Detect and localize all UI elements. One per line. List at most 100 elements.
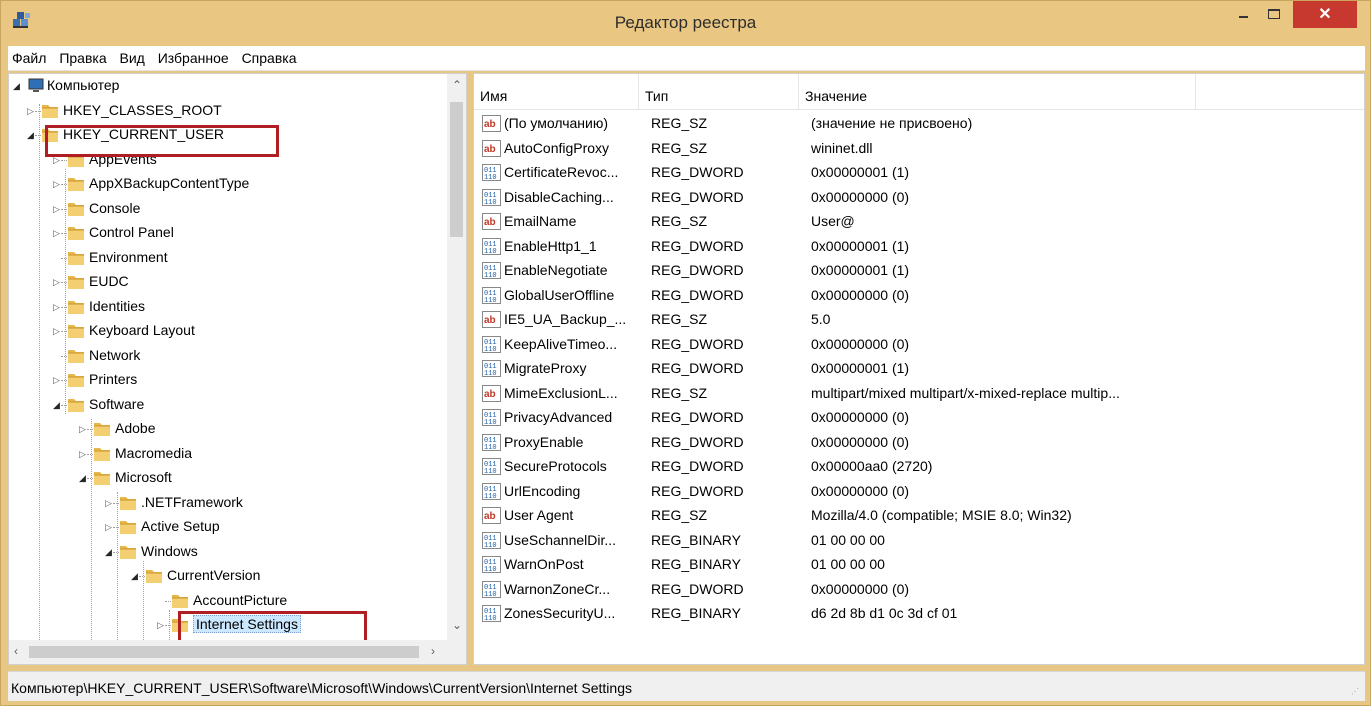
value-row[interactable]: ab (По умолчанию) REG_SZ (значение не присв… xyxy=(474,112,1364,136)
tree-node[interactable]: ▷ .NETFramework xyxy=(9,491,441,515)
folder-icon xyxy=(67,347,85,364)
value-name: EnableNegotiate xyxy=(504,262,608,278)
svg-text:110: 110 xyxy=(484,248,497,255)
tree-node[interactable]: ◢ Microsoft xyxy=(9,466,441,490)
value-row[interactable]: 011 110 GlobalUserOffline REG_DWORD 0x000000… xyxy=(474,284,1364,308)
tree-node[interactable]: ▷ Console xyxy=(9,197,441,221)
tree-node[interactable]: ◢ Software xyxy=(9,393,441,417)
tree-vertical-scrollbar[interactable]: ⌃ ⌄ xyxy=(447,74,466,640)
scroll-up-icon[interactable]: ⌃ xyxy=(452,78,462,92)
value-data: 0x00000aa0 (2720) xyxy=(811,458,933,474)
value-data: 0x00000000 (0) xyxy=(811,482,910,499)
value-data: 5.0 xyxy=(811,311,831,327)
value-row[interactable]: 011 110 UrlEncoding REG_DWORD 0x00000000 (0) xyxy=(474,480,1364,504)
menu-file[interactable]: Файл xyxy=(8,46,51,66)
value-row[interactable]: ab IE5_UA_Backup_... REG_SZ 5.0 xyxy=(474,308,1364,332)
string-value-icon: ab xyxy=(482,139,501,157)
tree-node[interactable]: ◢ CurrentVersion xyxy=(9,564,441,588)
folder-icon xyxy=(119,518,137,535)
tree-root-computer[interactable]: ◢ Компьютер xyxy=(9,74,441,98)
value-row[interactable]: ab EmailName REG_SZ User@ xyxy=(474,210,1364,234)
column-header-type[interactable]: Тип xyxy=(639,74,799,110)
binary-value-icon: 011 110 xyxy=(482,409,501,427)
tree-horizontal-scrollbar[interactable]: ‹ › xyxy=(9,640,447,664)
tree-node[interactable]: ▷ Adobe xyxy=(9,417,441,441)
value-row[interactable]: 011 110 ZonesSecurityU... REG_BINARY d6 2d 8… xyxy=(474,602,1364,626)
tree-node[interactable]: ▷ HKEY_CLASSES_ROOT xyxy=(9,99,441,123)
value-type: REG_DWORD xyxy=(651,482,744,499)
registry-tree-pane[interactable]: ◢ Компьютер ▷ HKEY_CLASSES_ROOT ◢ HKEY_CURREN… xyxy=(8,73,467,665)
tree-guide-line xyxy=(65,169,66,414)
value-row[interactable]: 011 110 MigrateProxy REG_DWORD 0x00000001 (1… xyxy=(474,357,1364,381)
value-data: multipart/mixed multipart/x-mixed-replac… xyxy=(811,384,1120,401)
value-row[interactable]: 011 110 DisableCaching... REG_DWORD 0x000000… xyxy=(474,186,1364,210)
value-row[interactable]: 011 110 PrivacyAdvanced REG_DWORD 0x00000000… xyxy=(474,406,1364,430)
value-type: REG_SZ xyxy=(651,507,708,523)
value-row[interactable]: 011 110 WarnOnPost REG_BINARY 01 00 00 00 xyxy=(474,553,1364,577)
value-row[interactable]: ab MimeExclusionL... REG_SZ multipart/mixed… xyxy=(474,382,1364,406)
svg-text:ab: ab xyxy=(484,389,496,400)
column-header-value[interactable]: Значение xyxy=(799,74,1196,110)
tree-node[interactable]: ▷ EUDC xyxy=(9,270,441,294)
value-row[interactable]: 011 110 SecureProtocols REG_DWORD 0x00000aa0… xyxy=(474,455,1364,479)
value-row[interactable]: 011 110 CertificateRevoc... REG_DWORD 0x0000… xyxy=(474,161,1364,185)
tree-horizontal-scroll-thumb[interactable] xyxy=(29,646,419,658)
tree-node[interactable]: ▷ Macromedia xyxy=(9,442,441,466)
title-bar[interactable]: Редактор реестра ✕ xyxy=(1,1,1370,46)
binary-value-icon: 011 110 xyxy=(482,286,501,305)
tree-label: CurrentVersion xyxy=(167,567,261,583)
scroll-right-icon[interactable]: › xyxy=(431,644,435,658)
tree-node[interactable]: Environment xyxy=(9,246,441,270)
svg-text:ab: ab xyxy=(484,119,496,130)
resize-grip-icon[interactable]: ⋰ xyxy=(1351,687,1361,697)
value-name: SecureProtocols xyxy=(504,458,607,474)
string-value-icon: ab xyxy=(482,384,501,402)
menu-favorites[interactable]: Избранное xyxy=(154,46,234,66)
value-type: REG_SZ xyxy=(651,384,708,401)
tree-label: Adobe xyxy=(115,420,156,436)
tree-node[interactable]: Network xyxy=(9,344,441,368)
scroll-left-icon[interactable]: ‹ xyxy=(14,644,18,658)
value-data: (значение не присвоено) xyxy=(811,115,973,131)
svg-text:110: 110 xyxy=(484,444,497,451)
tree-node[interactable]: ◢ Windows xyxy=(9,540,441,564)
value-row[interactable]: 011 110 UseSchannelDir... REG_BINARY 01 00 0… xyxy=(474,529,1364,553)
minimize-button[interactable] xyxy=(1229,1,1259,28)
menu-help[interactable]: Справка xyxy=(238,46,302,66)
value-type: REG_SZ xyxy=(651,115,708,131)
close-button[interactable]: ✕ xyxy=(1293,1,1357,28)
binary-value-icon: 011 110 xyxy=(482,531,501,550)
expand-arrow-icon[interactable]: ◢ xyxy=(13,80,23,92)
value-row[interactable]: 011 110 EnableNegotiate REG_DWORD 0x00000001… xyxy=(474,259,1364,283)
scroll-down-icon[interactable]: ⌄ xyxy=(452,618,462,632)
value-row[interactable]: ab User Agent REG_SZ Mozilla/4.0 (compatibl… xyxy=(474,504,1364,528)
values-list-pane[interactable]: Имя Тип Значение ab (По умолчанию) REG_SZ (… xyxy=(473,73,1365,665)
value-name: AutoConfigProxy xyxy=(504,139,610,156)
tree-node[interactable]: ▷ Identities xyxy=(9,295,441,319)
menu-view[interactable]: Вид xyxy=(116,46,150,66)
maximize-button[interactable] xyxy=(1259,1,1289,28)
close-icon: ✕ xyxy=(1318,6,1332,23)
value-row[interactable]: 011 110 ProxyEnable REG_DWORD 0x00000000 (0) xyxy=(474,431,1364,455)
value-row[interactable]: 011 110 EnableHttp1_1 REG_DWORD 0x00000001 (… xyxy=(474,235,1364,259)
value-row[interactable]: 011 110 WarnonZoneCr... REG_DWORD 0x00000000… xyxy=(474,578,1364,602)
value-type: REG_DWORD xyxy=(651,433,744,450)
menu-edit[interactable]: Правка xyxy=(55,46,111,66)
folder-icon xyxy=(67,249,85,266)
value-type: REG_BINARY xyxy=(651,605,741,621)
tree-node[interactable]: ▷ Keyboard Layout xyxy=(9,319,441,343)
value-row[interactable]: ab AutoConfigProxy REG_SZ wininet.dll xyxy=(474,137,1364,161)
tree-node[interactable]: AccountPicture xyxy=(9,589,441,613)
folder-icon xyxy=(145,567,163,584)
tree-vertical-scroll-thumb[interactable] xyxy=(450,102,463,237)
tree-node[interactable]: ▷ Active Setup xyxy=(9,515,441,539)
value-name: KeepAliveTimeo... xyxy=(504,335,618,352)
value-name: EmailName xyxy=(504,213,577,229)
tree-node[interactable]: ▷ AppXBackupContentType xyxy=(9,172,441,196)
value-row[interactable]: 011 110 KeepAliveTimeo... REG_DWORD 0x000000… xyxy=(474,333,1364,357)
column-header-name[interactable]: Имя xyxy=(474,74,639,110)
tree-node[interactable]: ▷ Printers xyxy=(9,368,441,392)
tree-node[interactable]: ▷ Control Panel xyxy=(9,221,441,245)
binary-value-icon: 011 110 xyxy=(482,605,501,623)
binary-value-icon: 011 110 xyxy=(482,433,501,452)
